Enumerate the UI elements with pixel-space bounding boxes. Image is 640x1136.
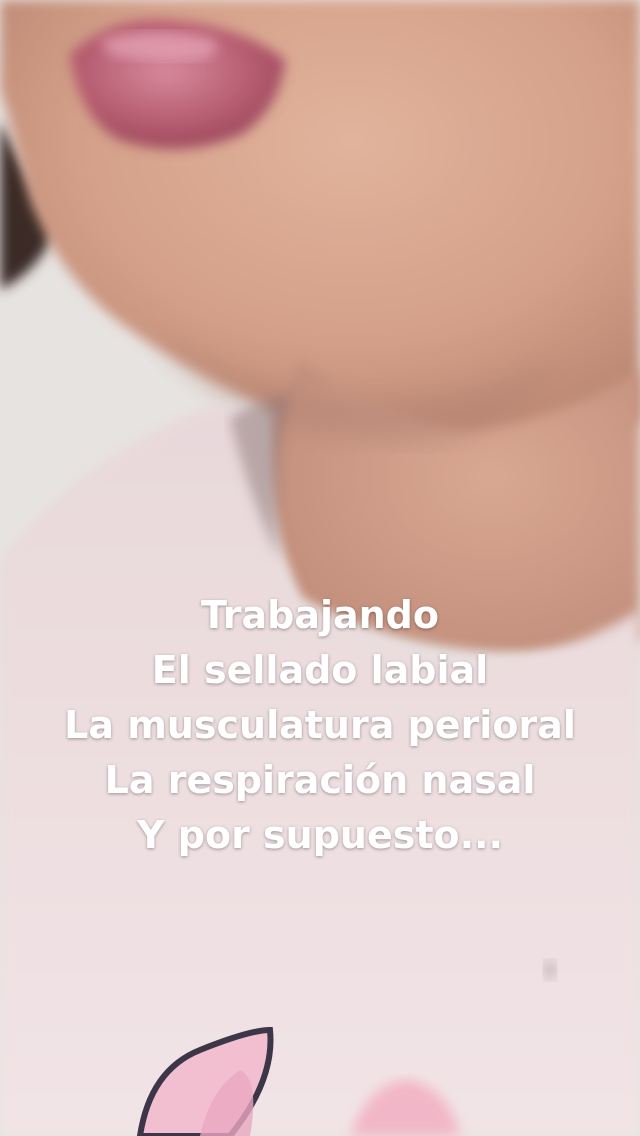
caption-line-4: La respiración nasal: [104, 758, 536, 802]
lip-highlight: [100, 31, 218, 61]
shirt-speck: [544, 960, 556, 980]
caption-line-3: La musculatura perioral: [64, 703, 576, 747]
caption-line-1: Trabajando: [200, 593, 439, 637]
caption-line-2: El sellado labial: [151, 648, 489, 692]
caption-line-5: Y por supuesto...: [137, 813, 503, 857]
overlay-caption: Trabajando El sellado labial La musculat…: [0, 588, 640, 863]
photo-scene: [0, 0, 640, 1136]
